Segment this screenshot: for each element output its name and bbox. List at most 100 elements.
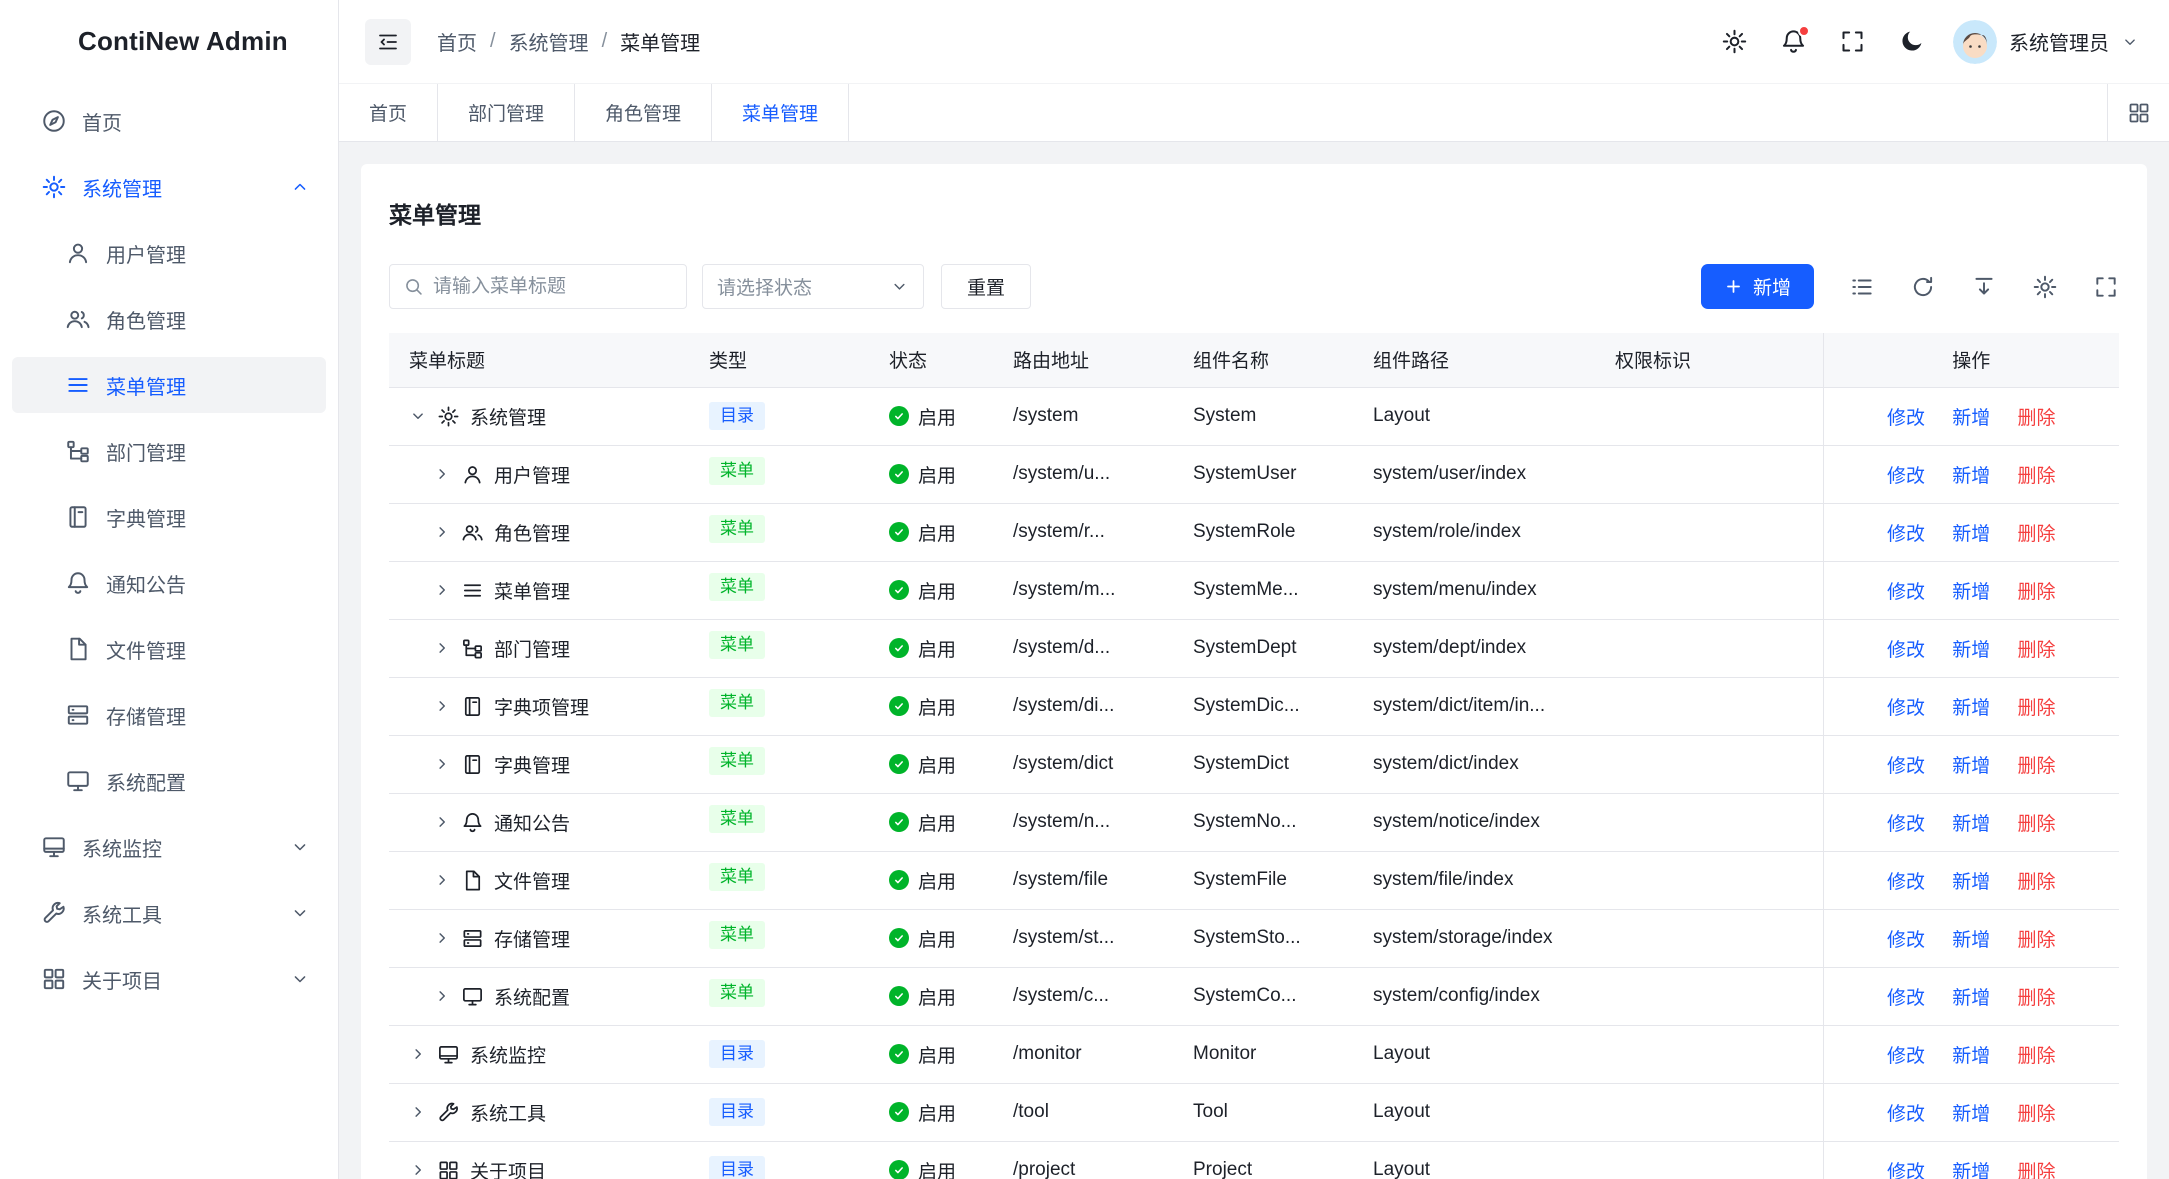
sidebar-item-storage[interactable]: 存储管理	[12, 687, 326, 743]
delete-link[interactable]: 删除	[2018, 640, 2056, 661]
table-row: 通知公告 菜单 启用 /system/n... SystemNo... syst…	[389, 793, 2119, 851]
dark-mode-button[interactable]	[1898, 28, 1925, 55]
sidebar-item-file[interactable]: 文件管理	[12, 621, 326, 677]
table-fullscreen-button[interactable]	[2093, 274, 2119, 300]
modify-link[interactable]: 修改	[1887, 1104, 1925, 1125]
delete-link[interactable]: 删除	[2018, 872, 2056, 893]
check-circle-icon	[889, 986, 909, 1006]
permission-cell	[1595, 677, 1823, 735]
chevron-right-icon[interactable]	[433, 697, 451, 715]
delete-link[interactable]: 删除	[2018, 930, 2056, 951]
sidebar-item-home[interactable]: 首页	[12, 93, 326, 149]
delete-link[interactable]: 删除	[2018, 524, 2056, 545]
chevron-right-icon[interactable]	[409, 1045, 427, 1063]
chevron-right-icon[interactable]	[409, 1161, 427, 1179]
delete-link[interactable]: 删除	[2018, 1104, 2056, 1125]
modify-link[interactable]: 修改	[1887, 1046, 1925, 1067]
delete-link[interactable]: 删除	[2018, 988, 2056, 1009]
add-link[interactable]: 新增	[1952, 582, 1990, 603]
status-select[interactable]: 请选择状态	[702, 264, 924, 309]
add-link[interactable]: 新增	[1952, 930, 1990, 951]
modify-link[interactable]: 修改	[1887, 872, 1925, 893]
column-settings-button[interactable]	[2032, 274, 2058, 300]
chevron-right-icon[interactable]	[433, 987, 451, 1005]
tab-actions-button[interactable]	[2107, 84, 2169, 141]
fullscreen-button[interactable]	[1839, 28, 1866, 55]
modify-link[interactable]: 修改	[1887, 408, 1925, 429]
reset-button[interactable]: 重置	[941, 264, 1031, 309]
add-link[interactable]: 新增	[1952, 466, 1990, 487]
add-link[interactable]: 新增	[1952, 872, 1990, 893]
menu-title-search-field[interactable]	[433, 276, 673, 298]
notifications-button[interactable]	[1780, 28, 1807, 55]
modify-link[interactable]: 修改	[1887, 524, 1925, 545]
chevron-right-icon[interactable]	[433, 871, 451, 889]
logo[interactable]: ContiNew Admin	[0, 0, 338, 83]
add-link[interactable]: 新增	[1952, 1162, 1990, 1179]
sidebar-item-system[interactable]: 系统管理	[12, 159, 326, 215]
delete-link[interactable]: 删除	[2018, 756, 2056, 777]
modify-link[interactable]: 修改	[1887, 698, 1925, 719]
sidebar-item-tool[interactable]: 系统工具	[12, 885, 326, 941]
add-link[interactable]: 新增	[1952, 640, 1990, 661]
sidebar-item-role[interactable]: 角色管理	[12, 291, 326, 347]
delete-link[interactable]: 删除	[2018, 1046, 2056, 1067]
delete-link[interactable]: 删除	[2018, 1162, 2056, 1179]
tab-menu[interactable]: 菜单管理	[712, 84, 849, 141]
add-link[interactable]: 新增	[1952, 988, 1990, 1009]
sidebar-item-menu[interactable]: 菜单管理	[12, 357, 326, 413]
chevron-down-icon[interactable]	[409, 407, 427, 425]
add-link[interactable]: 新增	[1952, 814, 1990, 835]
add-link[interactable]: 新增	[1952, 1046, 1990, 1067]
add-link[interactable]: 新增	[1952, 756, 1990, 777]
sidebar-item-dict[interactable]: 字典管理	[12, 489, 326, 545]
modify-link[interactable]: 修改	[1887, 930, 1925, 951]
chevron-right-icon[interactable]	[433, 523, 451, 541]
modify-link[interactable]: 修改	[1887, 582, 1925, 603]
add-link[interactable]: 新增	[1952, 408, 1990, 429]
chevron-right-icon[interactable]	[433, 639, 451, 657]
sidebar-item-config[interactable]: 系统配置	[12, 753, 326, 809]
sidebar-item-user[interactable]: 用户管理	[12, 225, 326, 281]
sidebar-item-notice[interactable]: 通知公告	[12, 555, 326, 611]
chevron-right-icon[interactable]	[433, 813, 451, 831]
modify-link[interactable]: 修改	[1887, 466, 1925, 487]
modify-link[interactable]: 修改	[1887, 988, 1925, 1009]
add-button[interactable]: 新增	[1701, 264, 1814, 309]
search-input[interactable]	[389, 264, 687, 309]
sidebar-item-dept[interactable]: 部门管理	[12, 423, 326, 479]
sidebar-item-about[interactable]: 关于项目	[12, 951, 326, 1007]
chevron-right-icon[interactable]	[433, 581, 451, 599]
add-link[interactable]: 新增	[1952, 698, 1990, 719]
tab-home[interactable]: 首页	[339, 84, 438, 141]
add-link[interactable]: 新增	[1952, 524, 1990, 545]
sidebar-item-monitor[interactable]: 系统监控	[12, 819, 326, 875]
delete-link[interactable]: 删除	[2018, 466, 2056, 487]
tab-role[interactable]: 角色管理	[575, 84, 712, 141]
delete-link[interactable]: 删除	[2018, 698, 2056, 719]
breadcrumb-item[interactable]: 首页	[437, 27, 477, 56]
refresh-button[interactable]	[1910, 274, 1936, 300]
delete-link[interactable]: 删除	[2018, 582, 2056, 603]
modify-link[interactable]: 修改	[1887, 640, 1925, 661]
collapse-sidebar-button[interactable]	[365, 19, 411, 65]
route-cell: /system/n...	[993, 793, 1173, 851]
modify-link[interactable]: 修改	[1887, 756, 1925, 777]
delete-link[interactable]: 删除	[2018, 408, 2056, 429]
add-link[interactable]: 新增	[1952, 1104, 1990, 1125]
delete-link[interactable]: 删除	[2018, 814, 2056, 835]
chevron-right-icon[interactable]	[433, 465, 451, 483]
user-menu[interactable]: 系统管理员	[1953, 20, 2139, 64]
breadcrumb-item[interactable]: 菜单管理	[620, 27, 700, 56]
breadcrumb-item[interactable]: 系统管理	[509, 27, 589, 56]
import-button[interactable]	[1971, 274, 1997, 300]
modify-link[interactable]: 修改	[1887, 814, 1925, 835]
tab-dept[interactable]: 部门管理	[438, 84, 575, 141]
sidebar-item-label: 系统管理	[82, 173, 290, 202]
modify-link[interactable]: 修改	[1887, 1162, 1925, 1179]
chevron-right-icon[interactable]	[433, 755, 451, 773]
theme-settings-button[interactable]	[1721, 28, 1748, 55]
chevron-right-icon[interactable]	[409, 1103, 427, 1121]
chevron-right-icon[interactable]	[433, 929, 451, 947]
expand-collapse-button[interactable]	[1849, 274, 1875, 300]
